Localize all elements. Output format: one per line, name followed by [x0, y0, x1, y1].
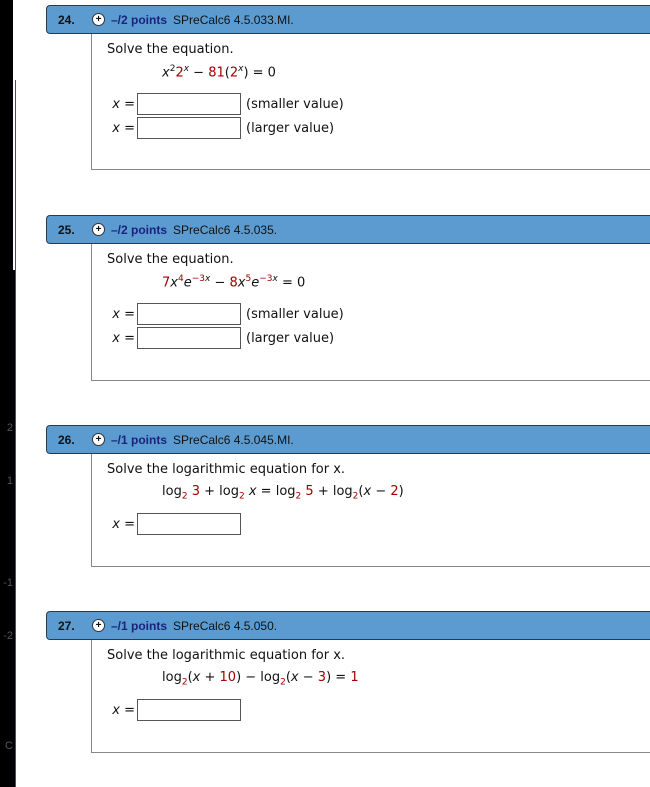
equation-term: 2: [238, 491, 245, 502]
equation-term: 2: [181, 491, 188, 502]
equation-term: 2: [229, 65, 239, 81]
equation-term: ) = 0: [243, 65, 276, 81]
problem-code: SPreCalc6 4.5.035.: [173, 222, 278, 237]
answer-input[interactable]: [137, 93, 241, 115]
question-body: Solve the logarithmic equation for x. lo…: [91, 640, 650, 753]
equation-term: 3: [317, 670, 327, 685]
equation-term: 2: [390, 484, 399, 499]
question-number: 27.: [58, 618, 75, 633]
equation-term: 10: [219, 670, 237, 685]
equation-term: −: [210, 275, 230, 291]
answer-label: x =: [112, 516, 135, 532]
expand-plus-icon[interactable]: +: [92, 223, 105, 236]
answer-input[interactable]: [137, 699, 241, 721]
question-header: 25. + –/2 points SPreCalc6 4.5.035.: [46, 215, 650, 244]
equation-term: x: [248, 484, 257, 499]
question-body: Solve the equation. 7x4e−3x − 8x5e−3x = …: [91, 244, 650, 381]
answer-note: (smaller value): [246, 96, 344, 112]
question-header: 26. + –/1 points SPreCalc6 4.5.045.MI.: [46, 425, 650, 454]
axis-label: 1: [6, 475, 13, 487]
equation-term: 81: [208, 65, 225, 81]
equation-term: log: [162, 670, 182, 685]
equation-term: log: [162, 484, 182, 499]
answer-label: x =: [112, 330, 135, 346]
answer-row: x = (larger value): [107, 326, 650, 350]
answer-note: (smaller value): [246, 306, 344, 322]
points-link[interactable]: –/1 points: [111, 433, 167, 447]
question-prompt: Solve the logarithmic equation for x.: [107, 648, 346, 663]
expand-plus-icon[interactable]: +: [92, 433, 105, 446]
problem-code: SPreCalc6 4.5.033.MI.: [173, 12, 294, 27]
answer-row: x = (smaller value): [107, 92, 650, 116]
points-link[interactable]: –/1 points: [111, 619, 167, 633]
equation-term: = 0: [277, 275, 306, 291]
equation-term: −: [189, 65, 209, 81]
answer-row: x = (smaller value): [107, 302, 650, 326]
answer-input[interactable]: [137, 117, 241, 139]
answer-note: (larger value): [246, 120, 335, 136]
axis-label: C: [5, 740, 13, 752]
equation-term: ) − log: [236, 670, 281, 685]
equation-term: +: [200, 670, 220, 685]
question-26: 26. + –/1 points SPreCalc6 4.5.045.MI. S…: [46, 425, 650, 567]
question-number: 25.: [58, 222, 75, 237]
equation-term: x: [162, 65, 170, 81]
question-number: 24.: [58, 12, 75, 27]
expand-plus-icon[interactable]: +: [92, 619, 105, 632]
question-number: 26.: [58, 432, 75, 447]
axis-label: -2: [3, 630, 13, 642]
expand-plus-icon[interactable]: +: [92, 13, 105, 26]
divider: [15, 80, 16, 787]
equation: x22x − 81(2x) = 0: [162, 64, 650, 92]
answer-label: x =: [112, 96, 135, 112]
question-body: Solve the equation. x22x − 81(2x) = 0 x …: [91, 34, 650, 170]
equation: log2 3 + log2 x = log2 5 + log2(x − 2): [162, 484, 650, 512]
equation-term: 8: [229, 275, 238, 291]
equation-term: −3: [191, 274, 205, 284]
equation-term: 3: [191, 484, 200, 499]
equation-term: = log: [256, 484, 296, 499]
answer-input[interactable]: [137, 327, 241, 349]
question-prompt: Solve the equation.: [107, 42, 234, 57]
answer-label: x =: [112, 306, 135, 322]
points-link[interactable]: –/2 points: [111, 223, 167, 237]
equation-term: −: [298, 670, 318, 685]
question-header: 24. + –/2 points SPreCalc6 4.5.033.MI.: [46, 5, 650, 34]
equation-term: 1: [350, 670, 359, 685]
left-edge-strip: 2 1 -1 -2 C: [0, 0, 15, 787]
equation-term: ): [398, 484, 404, 499]
equation-term: −: [371, 484, 391, 499]
equation-term: −3: [259, 274, 273, 284]
answer-row: x =: [107, 698, 650, 722]
equation-term: e: [183, 275, 192, 291]
answer-label: x =: [112, 702, 135, 718]
equation-term: x: [170, 275, 178, 291]
answer-note: (larger value): [246, 330, 335, 346]
points-link[interactable]: –/2 points: [111, 13, 167, 27]
question-prompt: Solve the equation.: [107, 252, 234, 267]
axis-label: 2: [6, 422, 13, 434]
equation-term: + log: [313, 484, 353, 499]
answer-label: x =: [112, 120, 135, 136]
problem-code: SPreCalc6 4.5.045.MI.: [173, 432, 294, 447]
equation-term: + log: [199, 484, 239, 499]
question-body: Solve the logarithmic equation for x. lo…: [91, 454, 650, 567]
answer-input[interactable]: [137, 303, 241, 325]
answer-row: x = (larger value): [107, 116, 650, 140]
question-header: 27. + –/1 points SPreCalc6 4.5.050.: [46, 611, 650, 640]
axis-label: -1: [3, 577, 13, 589]
question-25: 25. + –/2 points SPreCalc6 4.5.035. Solv…: [46, 215, 650, 381]
equation-term: x: [290, 670, 299, 685]
equation: 7x4e−3x − 8x5e−3x = 0: [162, 274, 650, 302]
answer-input[interactable]: [137, 513, 241, 535]
question-prompt: Solve the logarithmic equation for x.: [107, 462, 346, 477]
equation-term: ) =: [326, 670, 351, 685]
question-27: 27. + –/1 points SPreCalc6 4.5.050. Solv…: [46, 611, 650, 753]
question-24: 24. + –/2 points SPreCalc6 4.5.033.MI. S…: [46, 5, 650, 170]
equation-term: 2: [175, 65, 184, 81]
equation: log2(x + 10) − log2(x − 3) = 1: [162, 670, 650, 698]
equation-term: 5: [305, 484, 314, 499]
problem-code: SPreCalc6 4.5.050.: [173, 618, 278, 633]
answer-row: x =: [107, 512, 650, 536]
